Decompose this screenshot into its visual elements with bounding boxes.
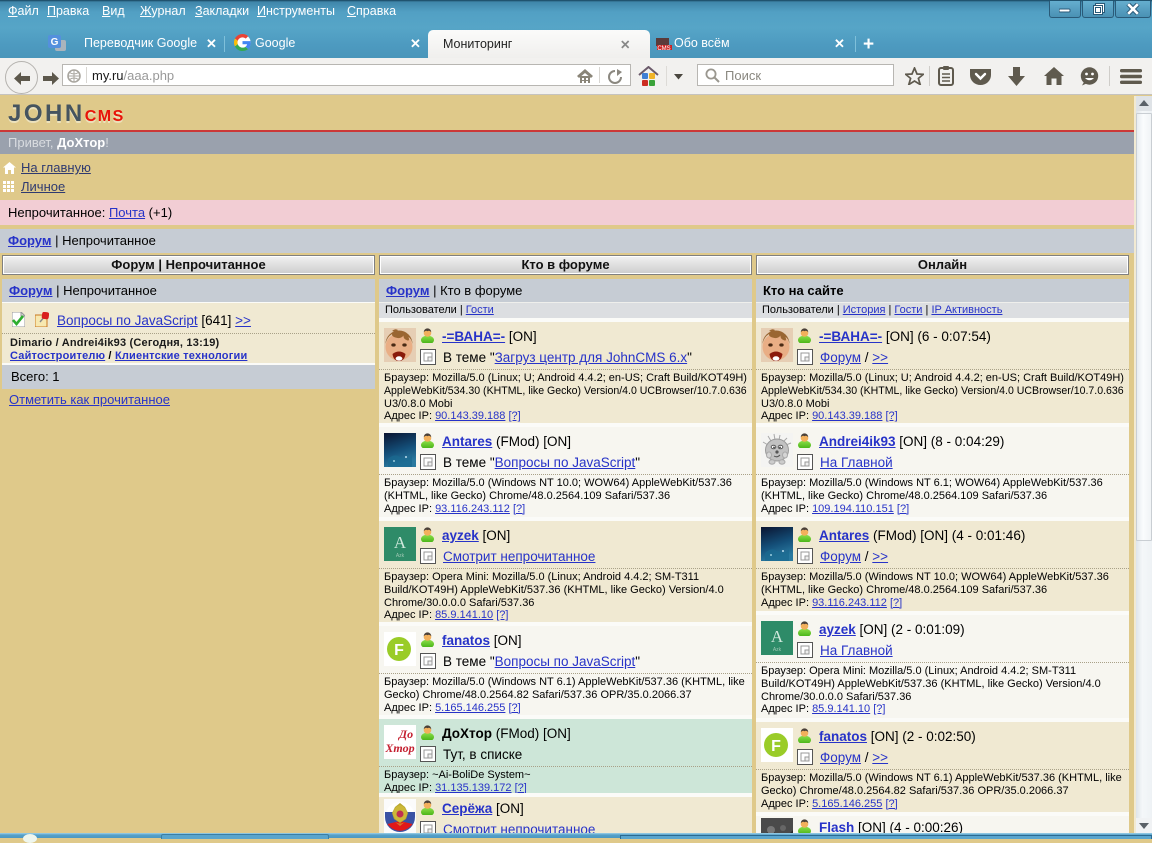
svg-text:Azk: Azk: [396, 553, 405, 559]
svg-text:F: F: [771, 738, 781, 755]
svg-text:Azk: Azk: [773, 647, 782, 653]
svg-text:G: G: [51, 37, 59, 48]
svg-text:CMS: CMS: [657, 46, 670, 51]
svg-text:До: До: [398, 727, 413, 741]
svg-text:A: A: [771, 627, 784, 646]
svg-text:Хтор: Хтор: [384, 741, 414, 755]
svg-text:A: A: [394, 533, 407, 552]
svg-text:F: F: [394, 642, 404, 659]
